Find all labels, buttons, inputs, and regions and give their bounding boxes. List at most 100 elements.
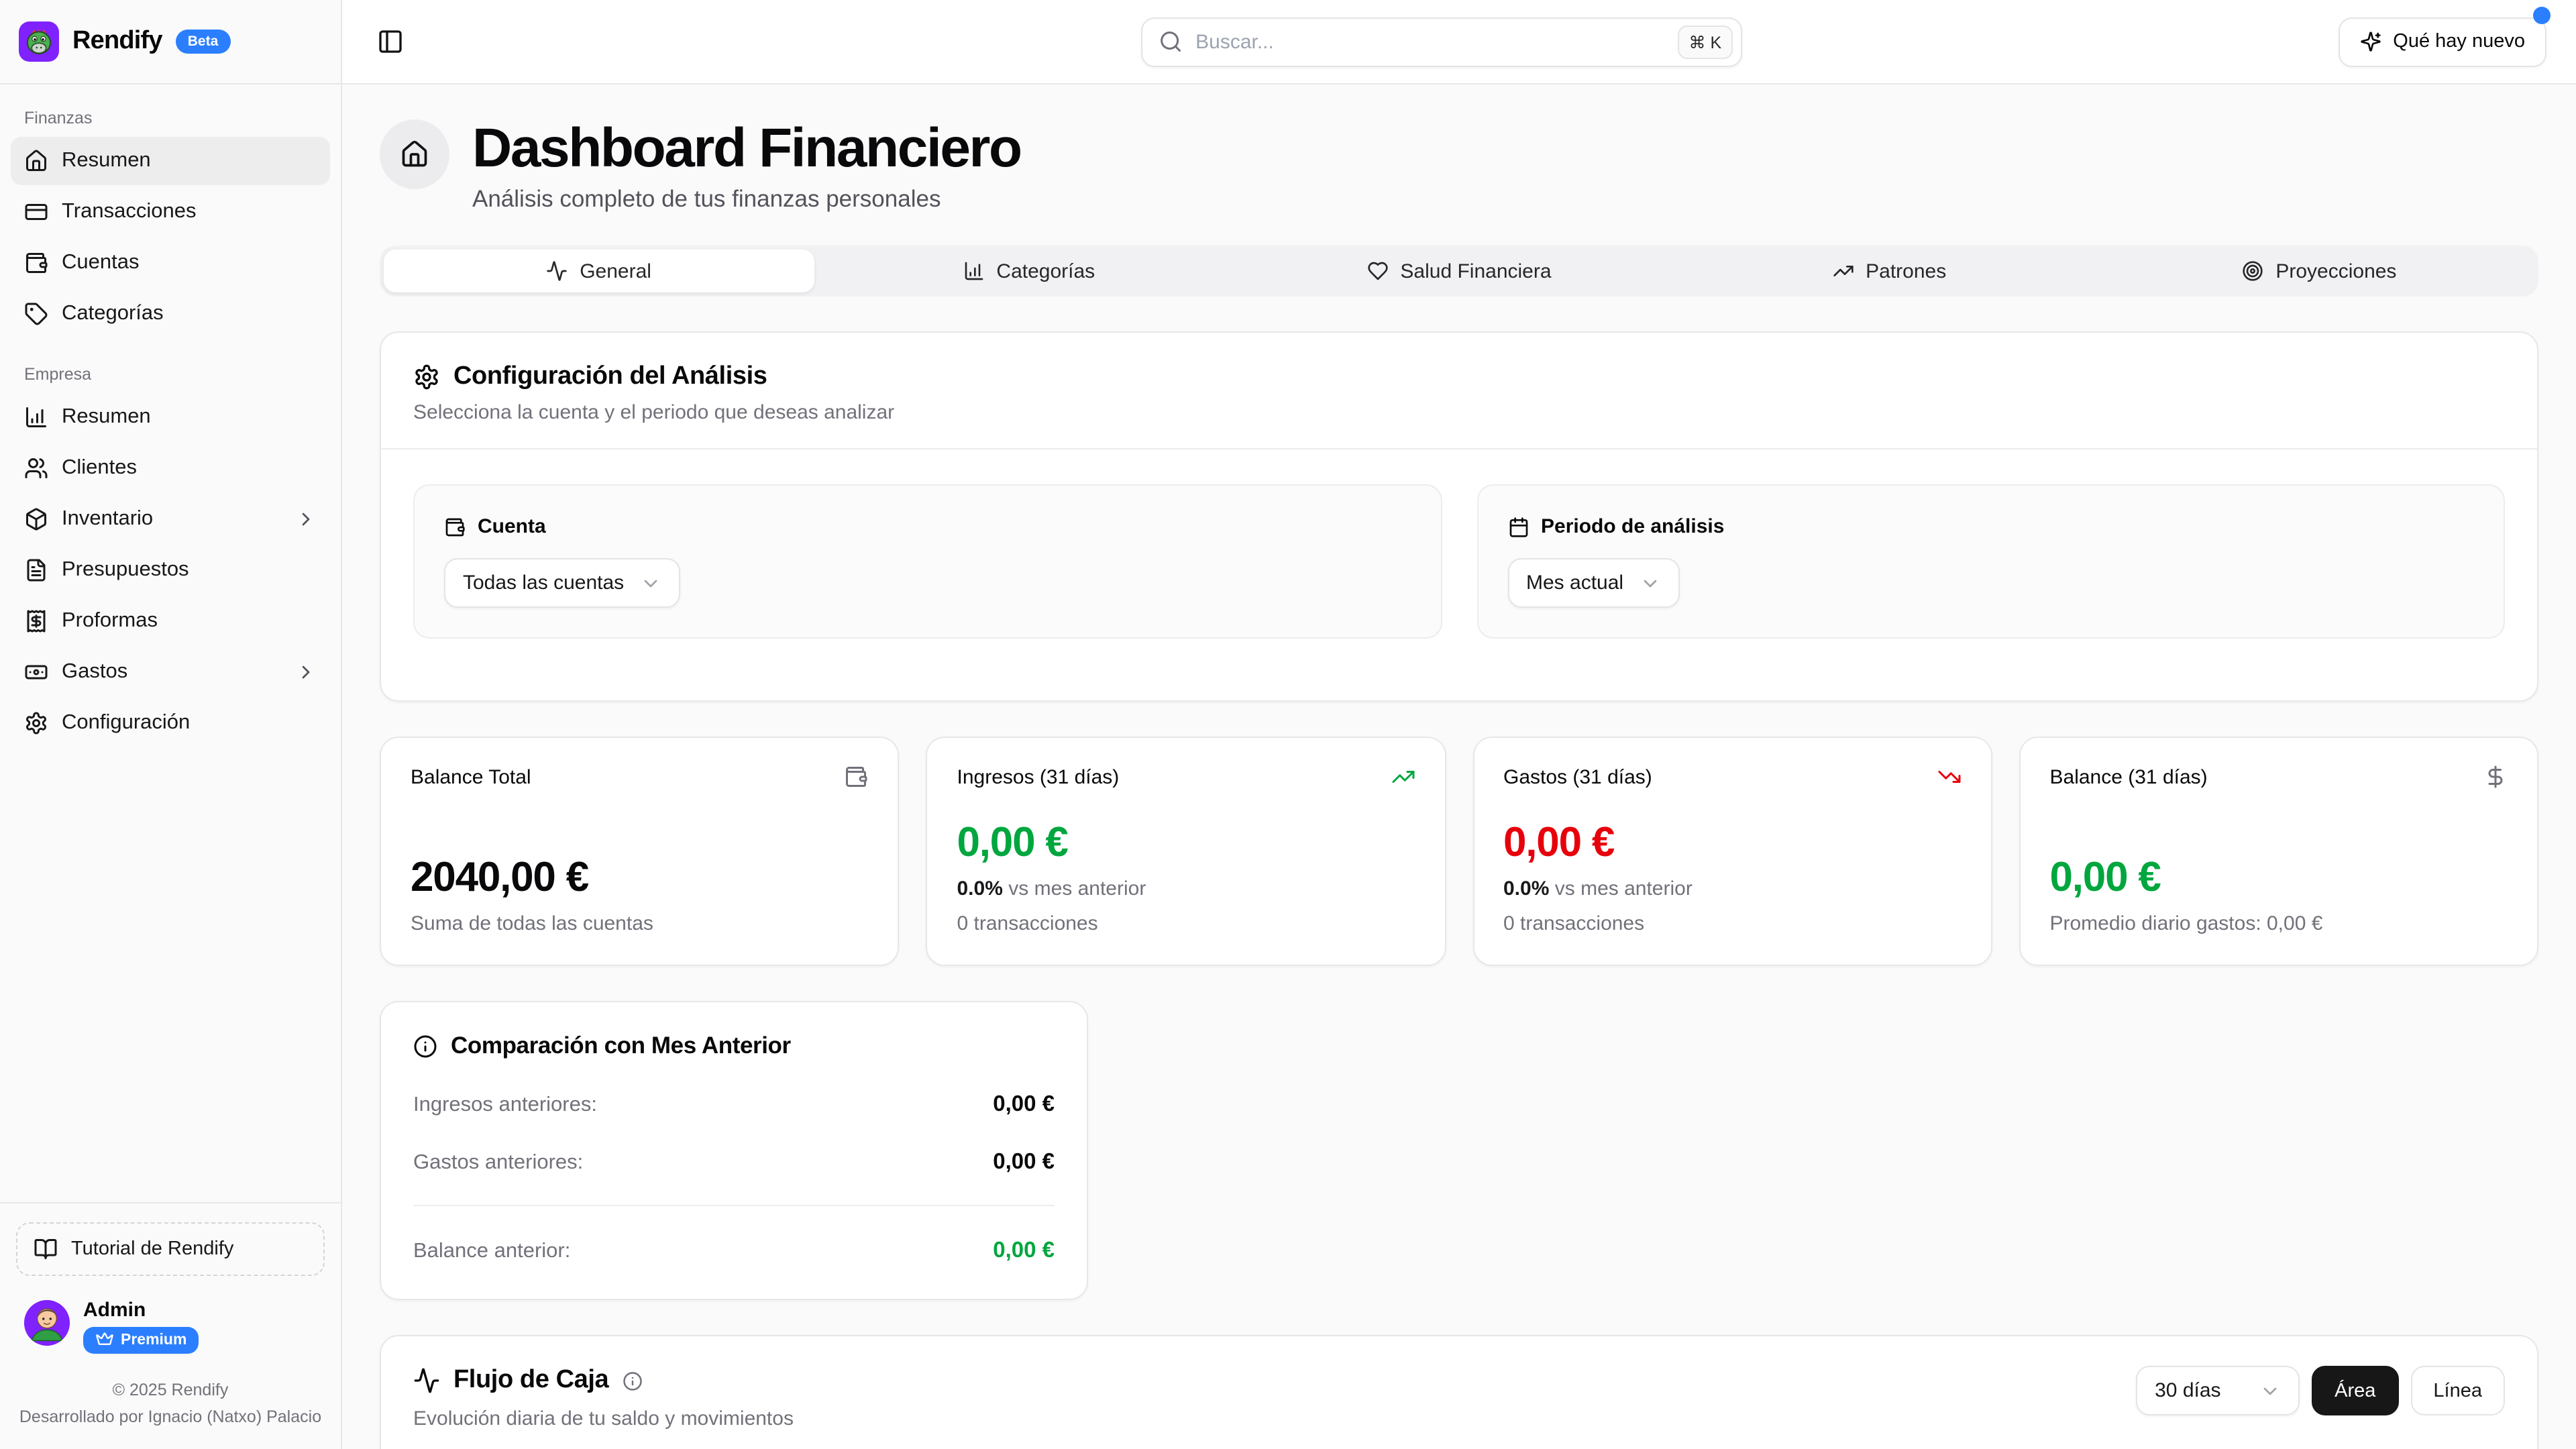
sidebar-item-label: Categorías: [62, 302, 164, 326]
chevron-right-icon: [295, 508, 317, 530]
period-select[interactable]: Mes actual: [1507, 558, 1680, 608]
comparison-value: 0,00 €: [993, 1238, 1055, 1264]
chart-type-line-button[interactable]: Línea: [2410, 1366, 2505, 1415]
stat-card-gastos: Gastos (31 días) 0,00 € 0.0% vs mes ante…: [1472, 737, 1992, 966]
chevron-down-icon: [640, 572, 661, 594]
tab-label: Categorías: [996, 260, 1095, 282]
info-icon: [622, 1371, 642, 1391]
stat-card-balance-31-dias: Balance (31 días) 0,00 € Promedio diario…: [2019, 737, 2539, 966]
tab-label: Salud Financiera: [1400, 260, 1551, 282]
sidebar-item-transacciones[interactable]: Transacciones: [11, 188, 330, 236]
premium-label: Premium: [121, 1333, 186, 1349]
stat-transactions: 0 transacciones: [957, 913, 1415, 938]
analysis-config-header: Configuración del Análisis Selecciona la…: [381, 333, 2537, 449]
brand-header: Rendify Beta: [0, 0, 341, 85]
copyright: © 2025 Rendify: [16, 1379, 325, 1405]
sidebar-item-categorias[interactable]: Categorías: [11, 290, 330, 338]
section-label-finanzas: Finanzas: [11, 98, 330, 137]
dollar-sign-icon: [2483, 765, 2508, 789]
sidebar-item-presupuestos[interactable]: Presupuestos: [11, 546, 330, 594]
crown-icon: [95, 1332, 114, 1350]
search-box[interactable]: ⌘ K: [1140, 17, 1741, 66]
user-row[interactable]: Admin Premium: [16, 1276, 325, 1365]
tag-icon: [24, 302, 48, 326]
sidebar-item-resumen-finanzas[interactable]: Resumen: [11, 137, 330, 185]
file-text-icon: [24, 558, 48, 582]
sidebar-item-label: Resumen: [62, 149, 151, 173]
tutorial-button[interactable]: Tutorial de Rendify: [16, 1222, 325, 1276]
gear-icon: [413, 364, 440, 390]
period-select-value: Mes actual: [1526, 572, 1623, 594]
bar-chart-icon: [24, 405, 48, 429]
avatar: [24, 1300, 70, 1346]
whats-new-label: Qué hay nuevo: [2393, 31, 2525, 52]
stat-title: Balance (31 días): [2050, 765, 2208, 788]
heart-icon: [1366, 260, 1388, 282]
gear-icon: [24, 711, 48, 735]
search-input[interactable]: [1195, 30, 1664, 53]
sidebar-item-cuentas[interactable]: Cuentas: [11, 239, 330, 287]
sidebar-item-gastos[interactable]: Gastos: [11, 648, 330, 696]
chevron-down-icon: [1640, 572, 1661, 594]
stat-pct-label: vs mes anterior: [1008, 877, 1146, 900]
stat-subtitle: Promedio diario gastos: 0,00 €: [2050, 913, 2508, 938]
sidebar-footer: Tutorial de Rendify Admin: [0, 1202, 341, 1449]
sidebar-item-configuracion[interactable]: Configuración: [11, 699, 330, 747]
tab-categorias[interactable]: Categorías: [814, 250, 1244, 292]
sidebar-toggle-button[interactable]: [372, 23, 409, 60]
range-select-value: 30 días: [2155, 1379, 2220, 1402]
stat-pct: 0.0%: [957, 877, 1003, 900]
stat-comparison: 0.0% vs mes anterior: [957, 877, 1415, 902]
wallet-icon: [444, 516, 466, 537]
tab-patrones[interactable]: Patrones: [1674, 250, 2104, 292]
divider: [413, 1205, 1055, 1206]
sidebar-item-proformas[interactable]: Proformas: [11, 597, 330, 645]
comparison-label: Balance anterior:: [413, 1239, 570, 1263]
wallet-icon: [845, 765, 869, 789]
comparison-row-gastos: Gastos anteriores: 0,00 €: [413, 1150, 1055, 1175]
cashflow-card: Flujo de Caja Evolución diaria de tu sal…: [380, 1335, 2538, 1449]
analysis-config-card: Configuración del Análisis Selecciona la…: [380, 331, 2538, 702]
whats-new-button[interactable]: Qué hay nuevo: [2338, 17, 2546, 66]
page-home-icon: [380, 119, 449, 189]
tab-label: Patrones: [1866, 260, 1946, 282]
tab-salud-financiera[interactable]: Salud Financiera: [1244, 250, 1674, 292]
sidebar-item-inventario[interactable]: Inventario: [11, 495, 330, 543]
user-name: Admin: [83, 1300, 199, 1322]
stat-value: 0,00 €: [1503, 818, 1962, 866]
stat-transactions: 0 transacciones: [1503, 913, 1962, 938]
house-icon: [24, 149, 48, 173]
cashflow-controls: 30 días Área Línea: [2136, 1366, 2505, 1415]
stat-subtitle: Suma de todas las cuentas: [411, 913, 869, 938]
sidebar-item-resumen-empresa[interactable]: Resumen: [11, 393, 330, 441]
tab-bar: General Categorías Salud Financiera Patr…: [380, 246, 2538, 297]
tab-proyecciones[interactable]: Proyecciones: [2104, 250, 2534, 292]
banknote-icon: [24, 660, 48, 684]
activity-icon: [546, 260, 568, 282]
sidebar-item-label: Gastos: [62, 660, 282, 684]
brand-name: Rendify: [72, 27, 162, 56]
bar-chart-icon: [963, 260, 984, 282]
sidebar-item-clientes[interactable]: Clientes: [11, 444, 330, 492]
period-label: Periodo de análisis: [1541, 515, 1724, 538]
account-label: Cuenta: [478, 515, 546, 538]
range-select[interactable]: 30 días: [2136, 1366, 2300, 1415]
tutorial-label: Tutorial de Rendify: [71, 1238, 233, 1260]
stat-title: Ingresos (31 días): [957, 765, 1120, 788]
chart-type-area-button[interactable]: Área: [2312, 1366, 2398, 1415]
comparison-row-balance: Balance anterior: 0,00 €: [413, 1238, 1055, 1264]
tab-general[interactable]: General: [384, 250, 814, 292]
account-select[interactable]: Todas las cuentas: [444, 558, 680, 608]
sidebar: Rendify Beta Finanzas Resumen Transaccio…: [0, 0, 342, 1449]
chevron-down-icon: [2259, 1380, 2281, 1401]
page-subtitle: Análisis completo de tus finanzas person…: [472, 185, 1021, 213]
cashflow-title: Flujo de Caja: [453, 1366, 608, 1395]
users-icon: [24, 456, 48, 480]
stat-pct: 0.0%: [1503, 877, 1549, 900]
target-icon: [2242, 260, 2263, 282]
analysis-config-subtitle: Selecciona la cuenta y el periodo que de…: [413, 401, 2505, 424]
tab-label: General: [580, 260, 651, 282]
notification-dot: [2533, 6, 2551, 23]
sidebar-item-label: Transacciones: [62, 200, 196, 224]
trending-up-icon: [1832, 260, 1854, 282]
